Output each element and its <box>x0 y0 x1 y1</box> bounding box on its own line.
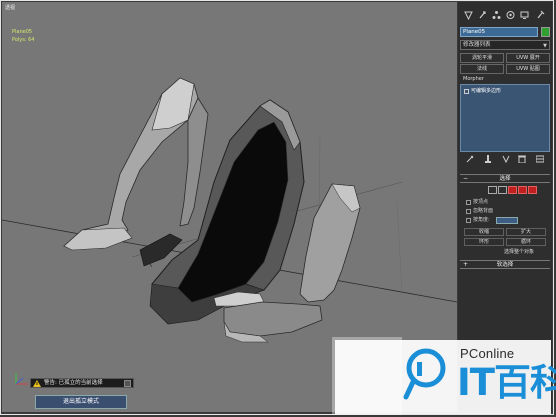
pconline-logo-icon <box>403 348 446 400</box>
remove-modifier-icon[interactable] <box>518 155 526 163</box>
modifier-list-label: 修改器列表 <box>463 42 491 48</box>
isolation-warning-bar: 警告: 已孤立的当前选择 <box>30 378 134 388</box>
close-icon[interactable] <box>124 380 131 387</box>
element-mode-icon[interactable] <box>528 186 537 194</box>
modifier-stack[interactable]: 可编辑多边形 <box>460 84 550 152</box>
soft-selection-rollout-header[interactable]: + 软选择 <box>460 260 550 269</box>
seat-cushion <box>223 301 323 343</box>
configure-sets-icon[interactable] <box>536 155 544 163</box>
seat-frame-left <box>63 77 209 267</box>
by-angle-option[interactable]: 按角度: <box>466 217 490 224</box>
exit-isolation-button[interactable]: 退出孤立模式 <box>35 395 127 409</box>
warning-text: 警告: 已孤立的当前选择 <box>44 380 103 386</box>
stack-toolbar <box>460 153 550 165</box>
edge-mode-icon[interactable] <box>498 186 507 194</box>
turbosmooth-button[interactable]: 涡轮平滑 <box>460 53 504 63</box>
expand-icon: + <box>463 261 469 268</box>
loop-button[interactable]: 循环 <box>506 238 546 246</box>
viewport-stat-name: Plane05 <box>12 29 33 35</box>
selection-rollout-title: 选择 <box>499 176 511 182</box>
selection-rollout-header[interactable]: − 选择 <box>460 174 550 183</box>
shrink-button[interactable]: 收缩 <box>464 228 504 236</box>
watermark-title: IT百科 <box>457 361 556 404</box>
select-whole-object-label: 选择整个对象 <box>503 249 534 255</box>
chevron-down-icon: ▼ <box>543 43 547 49</box>
axis-gizmo-icon <box>15 373 28 385</box>
hierarchy-tab-icon[interactable] <box>492 10 501 20</box>
stack-item-editable-poly[interactable]: 可编辑多边形 <box>463 87 547 96</box>
viewport-stat-polys: Polys: 64 <box>12 37 35 43</box>
vertex-mode-icon[interactable] <box>488 186 497 194</box>
expand-icon[interactable] <box>464 89 469 94</box>
watermark-brand: PConline <box>460 346 515 361</box>
border-mode-icon[interactable] <box>508 186 517 194</box>
utilities-tab-icon[interactable] <box>536 10 545 20</box>
create-tab-icon[interactable] <box>464 10 473 20</box>
grow-button[interactable]: 扩大 <box>506 228 546 236</box>
ring-button[interactable]: 环形 <box>464 238 504 246</box>
viewport-label[interactable]: 透视 <box>5 5 15 11</box>
display-tab-icon[interactable] <box>520 10 529 20</box>
morpher-item[interactable]: Morpher <box>460 75 550 83</box>
stack-item-label: 可编辑多边形 <box>471 88 502 94</box>
object-name-field[interactable]: Plane05 <box>460 27 538 37</box>
normal-button[interactable]: 法线 <box>460 64 504 74</box>
pin-stack-icon[interactable] <box>466 155 474 163</box>
polygon-mode-icon[interactable] <box>518 186 527 194</box>
show-end-result-icon[interactable] <box>484 155 492 163</box>
uvw-map-button[interactable]: UVW 贴图 <box>506 64 550 74</box>
collapse-icon: − <box>463 175 469 182</box>
make-unique-icon[interactable] <box>502 155 510 163</box>
by-angle-checkbox[interactable] <box>466 218 471 223</box>
object-color-swatch[interactable] <box>541 27 550 37</box>
soft-selection-title: 软选择 <box>496 262 514 268</box>
seat-side-panel <box>299 183 361 303</box>
command-panel-tabs <box>458 10 552 22</box>
motion-tab-icon[interactable] <box>506 10 515 20</box>
ignore-backfacing-option[interactable]: 忽略背面 <box>466 208 493 215</box>
uvw-unwrap-button[interactable]: UVW 展开 <box>506 53 550 63</box>
angle-spinner[interactable] <box>496 217 518 224</box>
modify-tab-icon[interactable] <box>478 10 487 20</box>
by-vertex-option[interactable]: 按顶点 <box>466 199 488 206</box>
seat-shell <box>149 99 305 325</box>
modifier-list-dropdown[interactable]: 修改器列表 ▼ <box>460 40 550 50</box>
warning-icon <box>33 380 41 387</box>
ignore-backfacing-checkbox[interactable] <box>466 209 471 214</box>
by-vertex-checkbox[interactable] <box>466 200 471 205</box>
